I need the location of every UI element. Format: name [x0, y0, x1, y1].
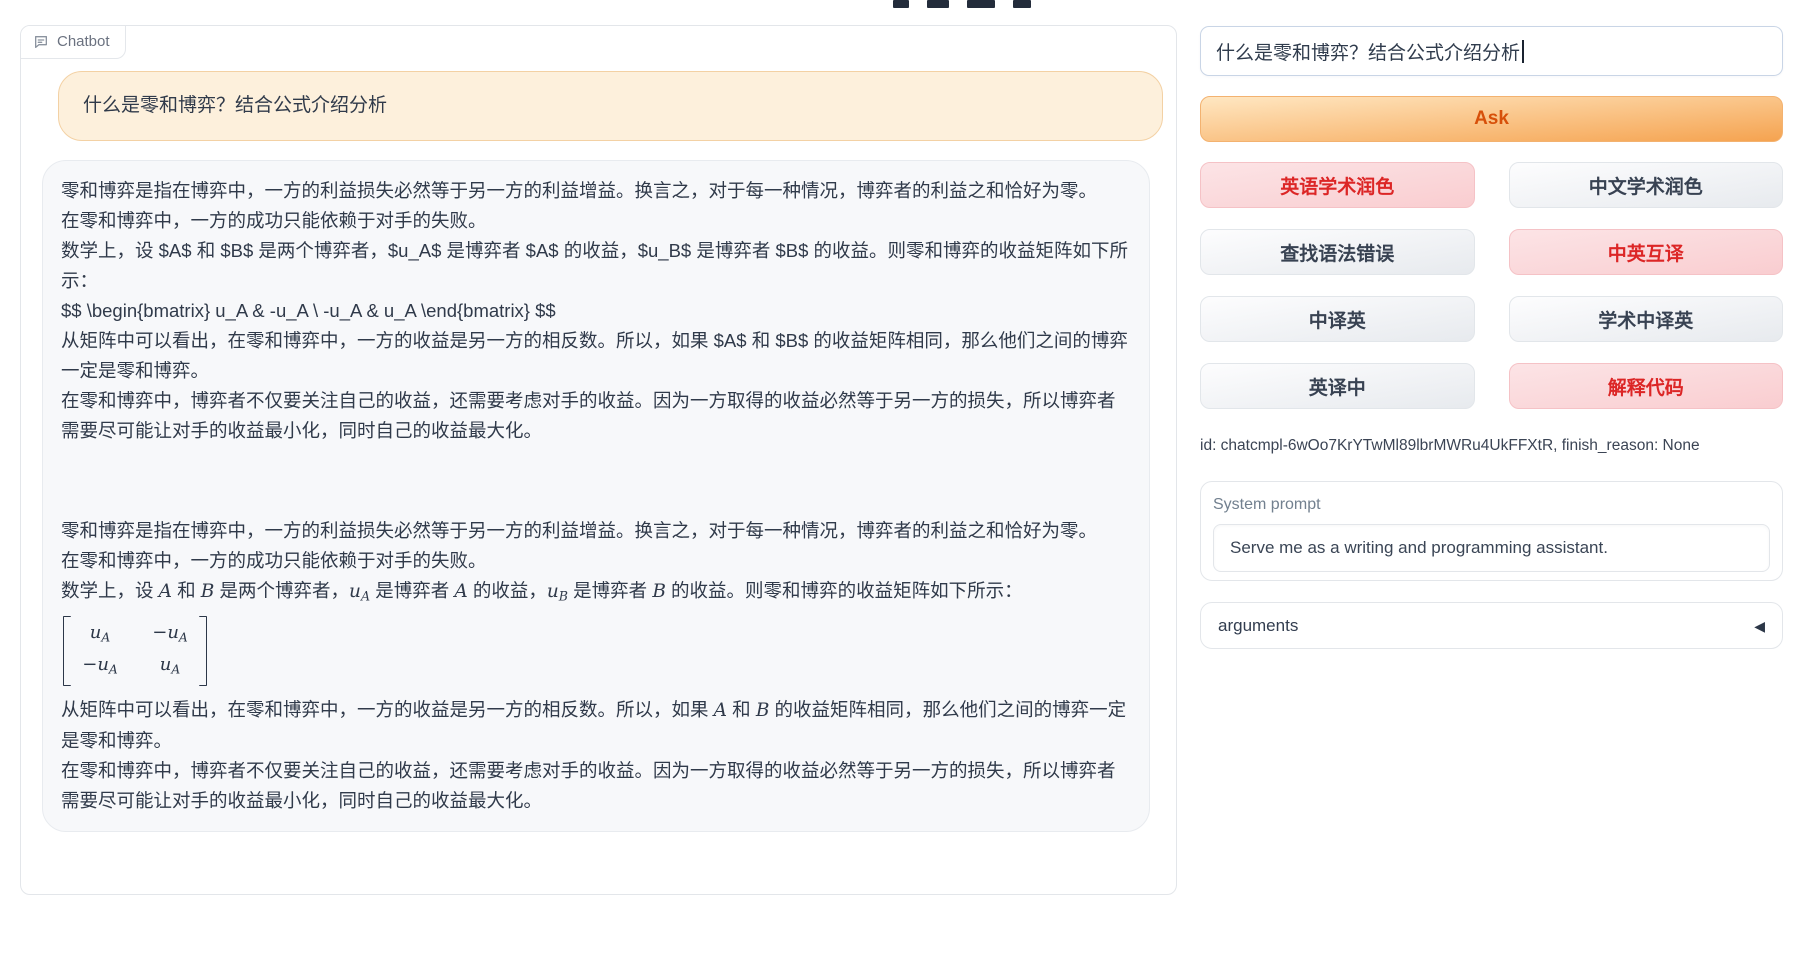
bot-message-line: 在零和博弈中，博弈者不仅要关注自己的收益，还需要考虑对手的收益。因为一方取得的收…: [61, 756, 1131, 816]
bot-message-line: 在零和博弈中，一方的成功只能依赖于对手的失败。: [61, 206, 1131, 236]
bot-message-section-gap: [61, 446, 1131, 516]
completion-meta: id: chatcmpl-6wOo7KrYTwMl89lbrMWRu4UkFFX…: [1200, 437, 1783, 455]
btn-academic-zh-to-en[interactable]: 学术中译英: [1509, 296, 1784, 342]
bot-message-bubble: 零和博弈是指在博弈中，一方的利益损失必然等于另一方的利益增益。换言之，对于每一种…: [42, 160, 1150, 832]
btn-english-academic-polish[interactable]: 英语学术润色: [1200, 162, 1475, 208]
bot-message-line: 在零和博弈中，博弈者不仅要关注自己的收益，还需要考虑对手的收益。因为一方取得的收…: [61, 386, 1131, 446]
text-caret: [1522, 40, 1524, 63]
user-message-text: 什么是零和博弈？结合公式介绍分析: [83, 91, 1138, 120]
control-column: 什么是零和博弈？结合公式介绍分析 Ask 英语学术润色 中文学术润色 查找语法错…: [1200, 0, 1783, 649]
chatbot-label: Chatbot: [21, 26, 126, 59]
arguments-accordion-label: arguments: [1218, 616, 1298, 636]
title-glyph-fragment: [893, 0, 909, 8]
system-prompt-group: System prompt Serve me as a writing and …: [1200, 481, 1783, 581]
title-glyph-fragment: [927, 0, 949, 8]
bot-message-line: 从矩阵中可以看出，在零和博弈中，一方的收益是另一方的相反数。所以，如果 $A$ …: [61, 326, 1131, 386]
system-prompt-input[interactable]: Serve me as a writing and programming as…: [1213, 524, 1770, 572]
title-glyph-fragment: [967, 0, 995, 8]
user-message-bubble: 什么是零和博弈？结合公式介绍分析: [58, 71, 1163, 141]
matrix-left-bracket: [63, 616, 71, 687]
btn-zh-to-en[interactable]: 中译英: [1200, 296, 1475, 342]
clipped-page-title: [893, 0, 1031, 9]
system-prompt-label: System prompt: [1213, 496, 1770, 514]
bot-message-math-line: 数学上，设 A 和 B 是两个博弈者，uA 是博弈者 A 的收益，uB 是博弈者…: [61, 576, 1131, 612]
bot-message-line: 零和博弈是指在博弈中，一方的利益损失必然等于另一方的利益增益。换言之，对于每一种…: [61, 516, 1131, 546]
bot-message-line: 在零和博弈中，一方的成功只能依赖于对手的失败。: [61, 546, 1131, 576]
quick-action-grid: 英语学术润色 中文学术润色 查找语法错误 中英互译 中译英 学术中译英 英译中 …: [1200, 162, 1783, 409]
chat-bubble-icon: [33, 34, 49, 50]
payoff-matrix: uA−uA−uAuA: [63, 616, 207, 687]
btn-find-grammar-errors[interactable]: 查找语法错误: [1200, 229, 1475, 275]
bot-message-latex-line: $$ \begin{bmatrix} u_A & -u_A \ -u_A & u…: [61, 296, 1131, 326]
matrix-body: uA−uA−uAuA: [71, 616, 199, 687]
btn-chinese-academic-polish[interactable]: 中文学术润色: [1509, 162, 1784, 208]
matrix-right-bracket: [199, 616, 207, 687]
btn-explain-code[interactable]: 解释代码: [1509, 363, 1784, 409]
chatbot-label-text: Chatbot: [57, 33, 110, 50]
ask-button[interactable]: Ask: [1200, 96, 1783, 142]
collapse-arrow-icon: ◀: [1754, 619, 1765, 633]
chatbot-messages: 什么是零和博弈？结合公式介绍分析 零和博弈是指在博弈中，一方的利益损失必然等于另…: [21, 26, 1176, 894]
bot-message-line: 数学上，设 $A$ 和 $B$ 是两个博弈者，$u_A$ 是博弈者 $A$ 的收…: [61, 236, 1131, 296]
title-glyph-fragment: [1013, 0, 1031, 8]
question-input-value: 什么是零和博弈？结合公式介绍分析: [1216, 38, 1520, 65]
btn-zh-en-mutual-translate[interactable]: 中英互译: [1509, 229, 1784, 275]
bot-message-math-line: 从矩阵中可以看出，在零和博弈中，一方的收益是另一方的相反数。所以，如果 A 和 …: [61, 695, 1131, 756]
question-input[interactable]: 什么是零和博弈？结合公式介绍分析: [1200, 26, 1783, 76]
arguments-accordion[interactable]: arguments ◀: [1200, 602, 1783, 649]
btn-en-to-zh[interactable]: 英译中: [1200, 363, 1475, 409]
bot-message-line: 零和博弈是指在博弈中，一方的利益损失必然等于另一方的利益增益。换言之，对于每一种…: [61, 176, 1131, 206]
chatbot-panel: 什么是零和博弈？结合公式介绍分析 零和博弈是指在博弈中，一方的利益损失必然等于另…: [20, 25, 1177, 895]
